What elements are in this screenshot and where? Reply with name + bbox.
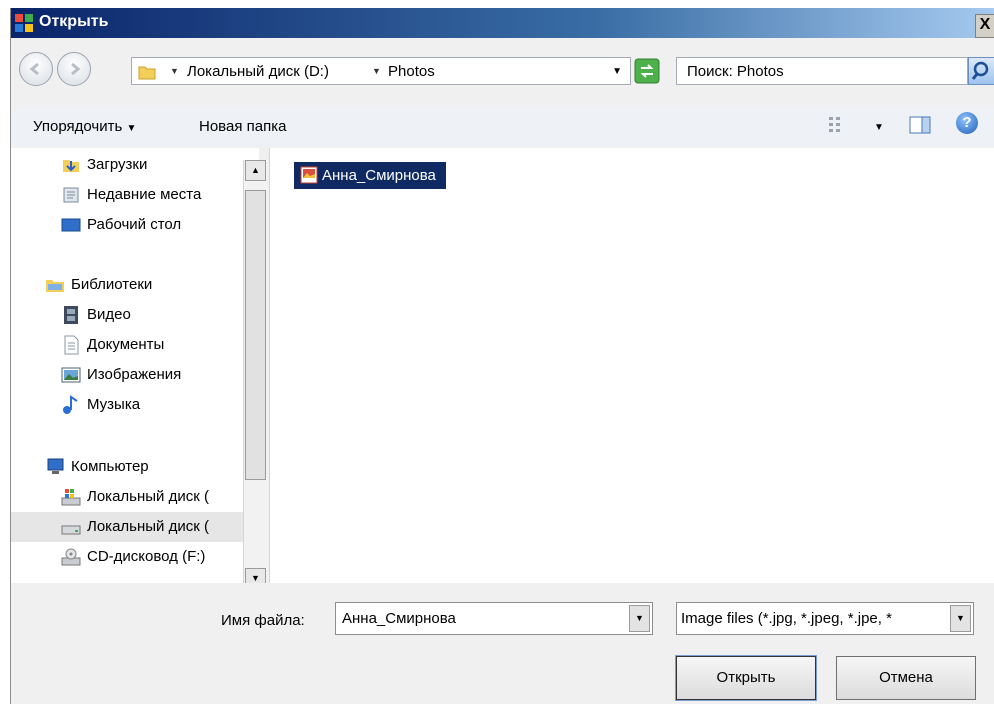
- breadcrumb-separator-icon: ▼: [372, 66, 381, 76]
- sidebar-item-local-disk-d[interactable]: Локальный диск (: [11, 512, 259, 542]
- organize-label: Упорядочить: [33, 118, 123, 135]
- back-arrow-icon: [29, 62, 39, 76]
- dialog-footer: Имя файла: Анна_Смирнова ▼ Image files (…: [11, 583, 994, 704]
- sidebar-item-label: Видео: [87, 306, 131, 323]
- address-dropdown-icon[interactable]: ▼: [612, 66, 622, 77]
- documents-icon: [64, 335, 79, 355]
- forward-button[interactable]: [57, 52, 91, 86]
- file-type-dropdown-icon[interactable]: ▼: [950, 605, 971, 632]
- window-icon: [15, 14, 33, 32]
- refresh-button[interactable]: [633, 57, 661, 85]
- view-options-icon[interactable]: [827, 114, 851, 136]
- filename-field[interactable]: Анна_Смирнова ▼: [335, 602, 653, 635]
- sidebar-item-label: Рабочий стол: [87, 216, 182, 233]
- sidebar-item-label: Документы: [87, 336, 165, 353]
- sidebar-item-label: Изображения: [87, 366, 182, 383]
- help-icon[interactable]: ?: [956, 112, 978, 134]
- desktop-icon: [61, 218, 81, 232]
- cd-drive-icon: [61, 548, 81, 566]
- file-list: Анна_Смирнова: [269, 148, 994, 583]
- libraries-icon: [46, 280, 64, 292]
- scroll-thumb[interactable]: [245, 190, 266, 480]
- sidebar-item-label: Загрузки: [87, 156, 148, 173]
- open-file-dialog: Открыть X ▼ Локальный диск (D:) ▼ Photos…: [10, 8, 994, 704]
- forward-arrow-icon: [71, 62, 81, 76]
- sidebar-item-label: Музыка: [87, 396, 141, 413]
- navigation-bar: ▼ Локальный диск (D:) ▼ Photos ▼ Поиск: …: [11, 38, 994, 96]
- sidebar-item-label: Недавние места: [87, 186, 202, 203]
- close-button[interactable]: X: [975, 14, 994, 38]
- view-dropdown-icon[interactable]: ▼: [874, 122, 884, 133]
- file-item[interactable]: Анна_Смирнова: [294, 162, 446, 189]
- sidebar-item-label: Библиотеки: [71, 276, 153, 293]
- search-input[interactable]: Поиск: Photos: [676, 57, 968, 85]
- recent-places-icon: [63, 187, 79, 203]
- chevron-down-icon: ▼: [126, 123, 137, 134]
- cancel-button[interactable]: Отмена: [836, 656, 976, 700]
- breadcrumb-photos[interactable]: Photos: [388, 63, 435, 80]
- sidebar-item-label: Локальный диск (: [87, 518, 209, 535]
- search-icon: [971, 61, 989, 80]
- pictures-icon: [61, 367, 81, 383]
- system-drive-icon: [61, 489, 81, 506]
- scroll-up-icon[interactable]: ▲: [245, 160, 266, 181]
- downloads-icon: [63, 160, 79, 172]
- navigation-scrollbar[interactable]: ▲ ▼: [243, 160, 268, 590]
- sidebar-item-label: CD-дисковод (F:): [87, 548, 206, 565]
- video-icon: [64, 306, 78, 324]
- open-button[interactable]: Открыть: [675, 655, 817, 701]
- computer-icon: [47, 458, 64, 474]
- navigation-pane: Загрузки Недавние места Рабочий стол Биб…: [11, 148, 259, 583]
- filename-value: Анна_Смирнова: [342, 610, 456, 627]
- new-folder-button[interactable]: Новая папка: [199, 118, 286, 135]
- organize-button[interactable]: Упорядочить ▼: [33, 118, 136, 135]
- sidebar-item-label: Локальный диск (: [87, 488, 209, 505]
- file-name: Анна_Смирнова: [322, 167, 436, 184]
- search-placeholder: Поиск: Photos: [687, 63, 784, 80]
- preview-pane-icon[interactable]: [908, 114, 932, 136]
- breadcrumb-separator-icon: ▼: [170, 66, 179, 76]
- music-icon: [63, 395, 78, 414]
- breadcrumb-drive[interactable]: Локальный диск (D:): [187, 63, 329, 80]
- filename-dropdown-icon[interactable]: ▼: [629, 605, 650, 632]
- back-button[interactable]: [19, 52, 53, 86]
- file-type-select[interactable]: Image files (*.jpg, *.jpeg, *.jpe, * ▼: [676, 602, 974, 635]
- file-type-value: Image files (*.jpg, *.jpeg, *.jpe, *: [681, 610, 892, 627]
- image-file-icon: [300, 166, 318, 184]
- filename-label: Имя файла:: [221, 612, 305, 629]
- window-title: Открыть: [39, 13, 109, 30]
- folder-icon: [138, 66, 156, 80]
- title-bar: Открыть X: [11, 8, 994, 38]
- drive-icon: [61, 525, 81, 535]
- search-button[interactable]: [968, 57, 994, 85]
- address-bar[interactable]: ▼ Локальный диск (D:) ▼ Photos ▼: [131, 57, 631, 85]
- sidebar-item-label: Компьютер: [71, 458, 149, 475]
